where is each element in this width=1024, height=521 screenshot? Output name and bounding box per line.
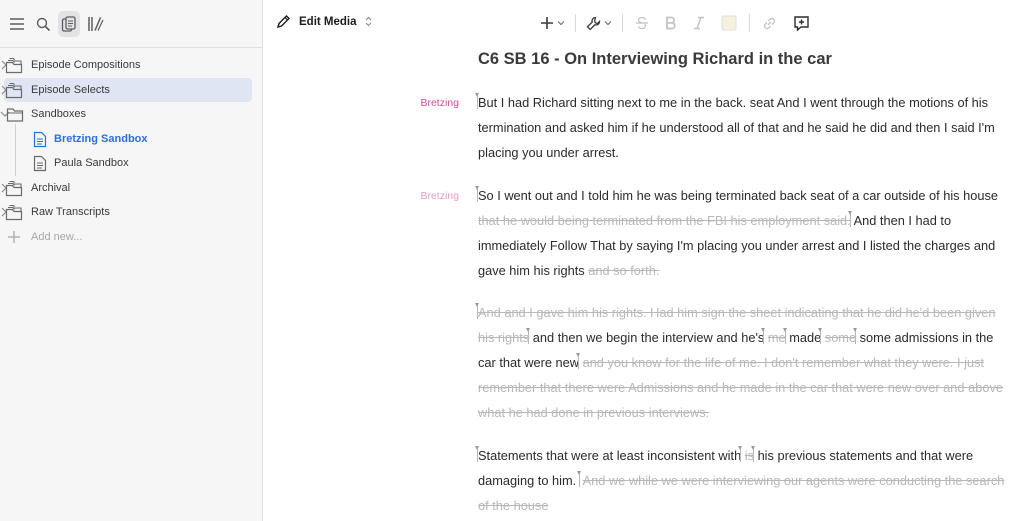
highlight-color-button[interactable] [713,10,745,36]
toolbar-separator [749,14,750,32]
sidebar-toolbar [0,0,263,48]
format-tools [534,10,818,36]
deleted-text: some [824,330,857,345]
document-icon [33,131,47,147]
italic-button[interactable] [685,10,713,36]
link-button[interactable] [754,10,785,36]
paragraph-text: Statements that were at least inconsiste… [478,448,742,463]
pencil-icon [276,15,290,29]
bold-button[interactable] [657,10,685,36]
sidebar-divider [0,47,263,48]
sidebar-item-archival[interactable]: Archival [0,176,263,201]
sidebar-item-sandboxes[interactable]: Sandboxes [0,102,263,127]
chevron-down-icon [557,21,565,26]
comment-add-icon [794,15,809,32]
strikethrough-icon [636,16,648,30]
sidebar-item-label: Bretzing Sandbox [54,132,148,145]
transcript-paragraph[interactable]: But I had Richard sitting next to me in … [475,90,1008,165]
transcript-paragraph[interactable]: And and I gave him his rights. Had him s… [475,300,1008,425]
sidebar-item-episode-selects[interactable]: Episode Selects [0,77,263,102]
paragraph-text: and then we begin the interview and he's [532,330,765,345]
plus-icon [8,230,20,243]
paragraph-text: But I had Richard sitting next to me in … [478,95,995,160]
editor-toolbar: Edit Media [264,6,1024,40]
edit-media-button[interactable]: Edit Media [276,14,380,29]
transcript-paragraph[interactable]: Statements that were at least inconsiste… [475,443,1008,518]
toolbar-separator [575,14,576,32]
speaker-label[interactable]: Bretzing [359,190,459,202]
search-icon[interactable] [32,11,54,37]
deleted-text: that he would being terminated from the … [478,213,851,228]
transcript-paragraph[interactable]: So I went out and I told him he was bein… [475,183,1008,283]
tools-menu-button[interactable] [580,10,618,36]
sidebar-item-paula-sandbox[interactable]: Paula Sandbox [0,151,263,176]
deleted-text: and so forth. [588,263,660,278]
menu-icon[interactable] [6,11,28,37]
sidebar-item-bretzing-sandbox[interactable]: Bretzing Sandbox [0,127,263,152]
stack-folder-icon [5,204,23,221]
updown-chevron-icon [365,16,371,27]
tree-guide-line [15,124,16,176]
sidebar-item-episode-compositions[interactable]: Episode Compositions [0,53,263,78]
italic-icon [694,16,704,30]
editor: Edit Media C6 SB 16 - On Interviewing Ri… [264,0,1024,521]
insert-menu-button[interactable] [534,10,571,36]
folder-icon [6,108,24,122]
plus-icon [541,17,553,29]
sidebar-item-label: Archival [31,181,71,194]
add-new-button[interactable]: Add new... [0,225,263,250]
deleted-text: me [767,330,786,345]
link-icon [763,17,776,29]
speaker-label[interactable]: Bretzing [359,97,459,109]
document-icon [33,155,47,172]
chevron-down-icon [604,21,612,26]
strikethrough-button[interactable] [627,10,657,36]
sidebar-item-label: Episode Selects [31,83,110,96]
tree: Episode Compositions Episode Selects San… [0,53,263,249]
library-icon[interactable] [84,11,106,37]
sidebar-item-label: Raw Transcripts [31,206,110,218]
sidebar-item-raw-transcripts[interactable]: Raw Transcripts [0,200,263,225]
stack-folder-icon [5,180,23,196]
stack-folder-icon [5,82,23,98]
add-new-label: Add new... [31,230,83,243]
paragraph-text: made [789,330,822,345]
sidebar-item-label: Episode Compositions [31,59,141,71]
wrench-icon [586,16,601,30]
toolbar-separator [622,14,623,32]
paragraph-text: So I went out and I told him he was bein… [478,188,999,203]
add-comment-button[interactable] [785,10,818,36]
bold-icon [666,16,676,30]
highlight-swatch-icon [721,15,737,31]
sidebar: Episode Compositions Episode Selects San… [0,0,263,521]
sidebar-item-label: Paula Sandbox [54,157,129,169]
edit-media-label: Edit Media [299,15,357,28]
document-title: C6 SB 16 - On Interviewing Richard in th… [478,50,832,68]
stack-folder-icon [5,57,23,74]
sidebar-item-label: Sandboxes [31,108,87,120]
documents-icon[interactable] [58,11,80,37]
